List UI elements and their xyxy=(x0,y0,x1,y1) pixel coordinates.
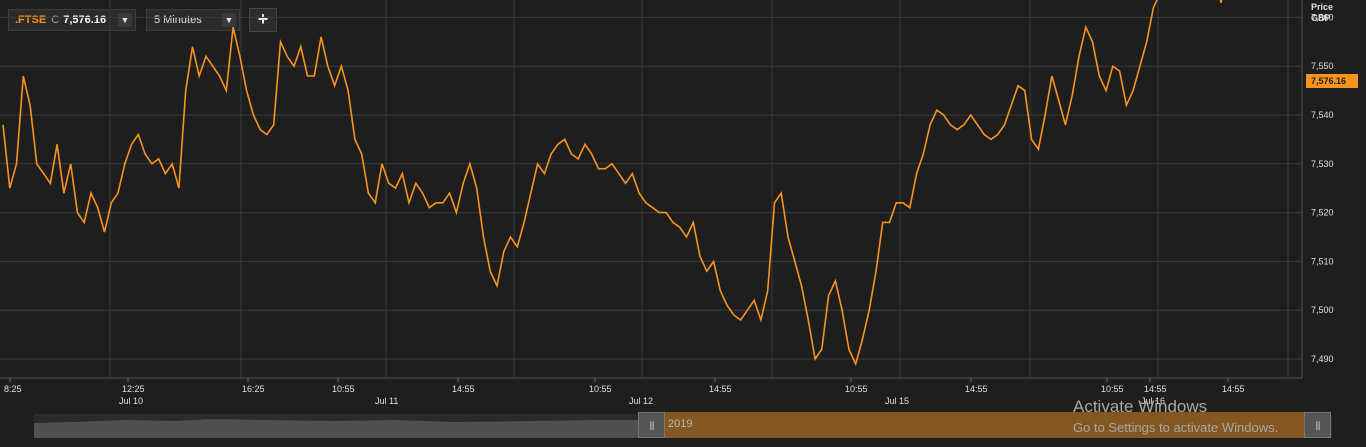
x-date-label: Jul 10 xyxy=(119,396,143,406)
x-date-label: Jul 15 xyxy=(885,396,909,406)
y-tick-label: 7,520 xyxy=(1311,208,1334,218)
x-tick-label: 10:55 xyxy=(589,384,612,394)
navigator-left-handle[interactable]: ||| xyxy=(638,412,665,438)
x-date-label: Jul 16 xyxy=(1141,396,1165,406)
grip-lines-icon: ||| xyxy=(1315,420,1320,430)
x-tick-label: 8:25 xyxy=(4,384,22,394)
y-tick-label: 7,530 xyxy=(1311,159,1334,169)
grip-lines-icon: ||| xyxy=(649,420,654,430)
navigator-year-label: 2019 xyxy=(668,418,693,430)
time-navigator[interactable]: ||| ||| 2019 xyxy=(0,408,1366,447)
navigator-right-handle[interactable]: ||| xyxy=(1304,412,1331,438)
y-tick-label: 7,540 xyxy=(1311,110,1334,120)
x-tick-label: 10:55 xyxy=(845,384,868,394)
y-tick-label: 7,500 xyxy=(1311,305,1334,315)
x-tick-label: 14:55 xyxy=(1144,384,1167,394)
x-tick-label: 16:25 xyxy=(242,384,265,394)
x-tick-label: 14:55 xyxy=(452,384,475,394)
x-tick-label: 14:55 xyxy=(1222,384,1245,394)
x-date-label: Jul 12 xyxy=(629,396,653,406)
x-tick-label: 10:55 xyxy=(332,384,355,394)
x-tick-label: 14:55 xyxy=(709,384,732,394)
current-price-marker: 7,576.16 xyxy=(1306,74,1358,88)
x-tick-label: 10:55 xyxy=(1101,384,1124,394)
current-price-tag: 7,576.16 xyxy=(1311,76,1346,86)
x-tick-label: 14:55 xyxy=(965,384,988,394)
y-axis: 7,490 7,500 7,510 7,520 7,530 7,540 7,550 7,560… xyxy=(1311,12,1334,364)
navigator-selected-range[interactable] xyxy=(641,412,1329,438)
y-tick-label: 7,510 xyxy=(1311,256,1334,266)
x-date-label: Jul 11 xyxy=(375,396,398,406)
price-chart[interactable]: 7,490 7,500 7,510 7,520 7,530 7,540 7,550 7,560… xyxy=(0,0,1366,408)
x-tick-label: 12:25 xyxy=(122,384,145,394)
y-tick-label: 7,560 xyxy=(1311,12,1334,22)
y-tick-label: 7,490 xyxy=(1311,354,1334,364)
y-tick-label: 7,550 xyxy=(1311,61,1334,71)
